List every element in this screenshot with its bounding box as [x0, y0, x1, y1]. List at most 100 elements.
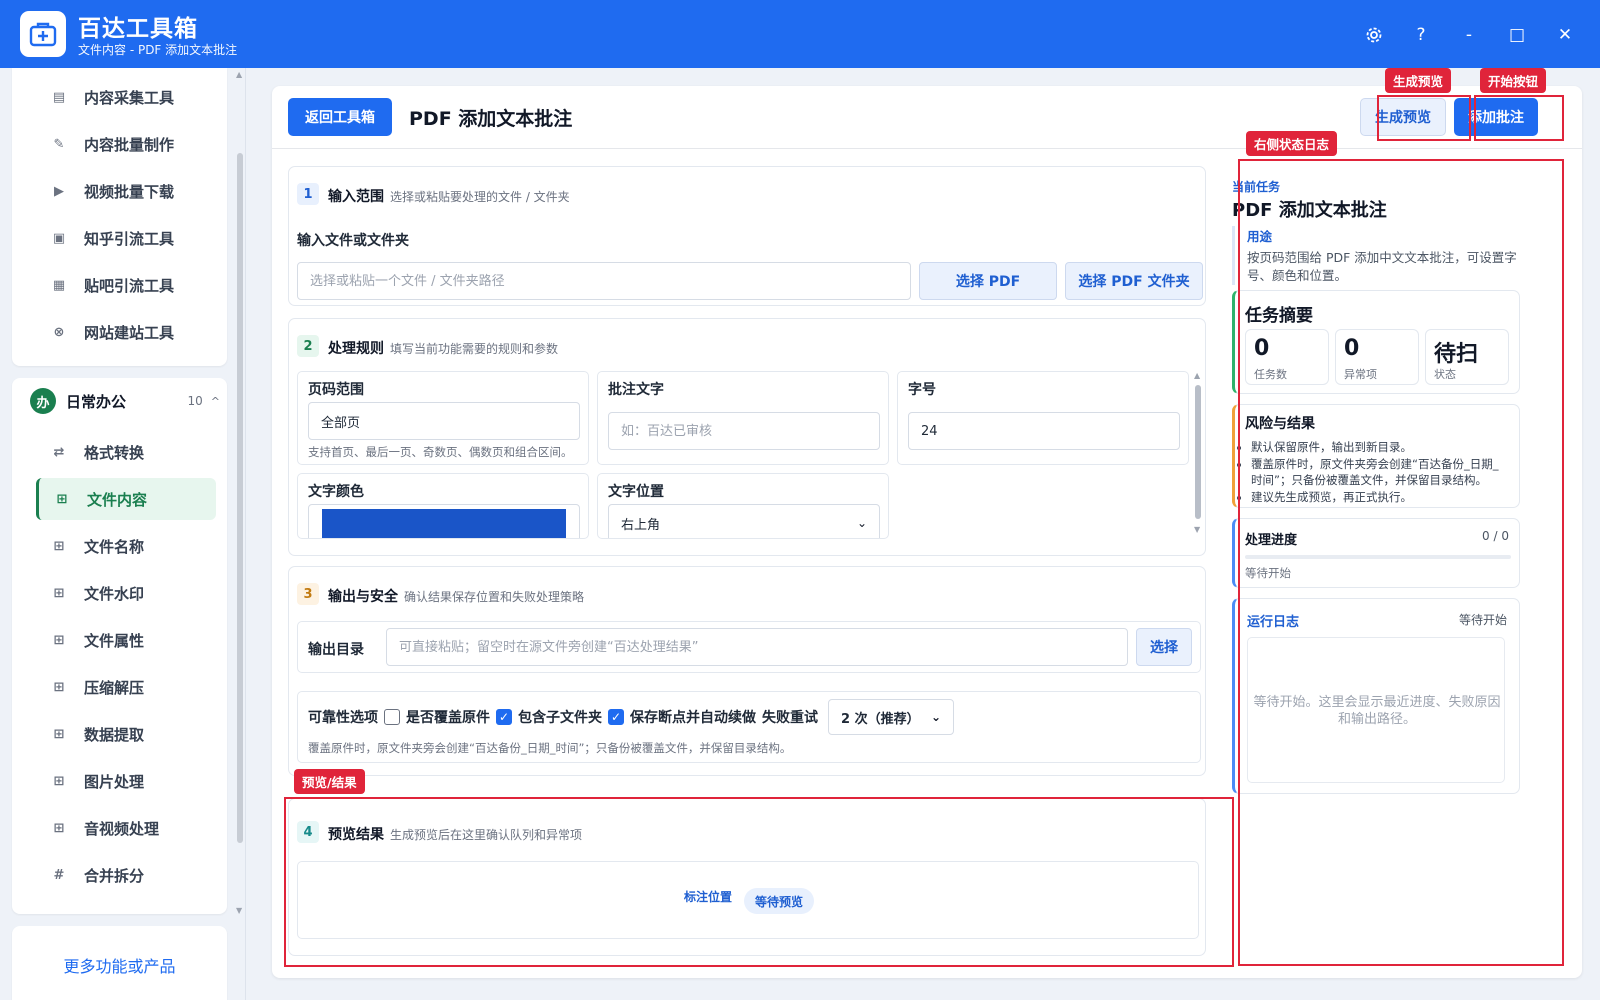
section-title: 预览结果 生成预览后在这里确认队列和异常项 — [328, 824, 582, 844]
stat-value: 待扫 — [1434, 342, 1479, 367]
sidebar-item-zhihu[interactable]: ▣ 知乎引流工具 — [36, 217, 216, 259]
stat-value: 0 — [1254, 336, 1270, 361]
maximize-button[interactable]: □ — [1504, 22, 1530, 48]
sidebar-item-label: 图片处理 — [84, 772, 145, 791]
stat-error-count: 0 异常项 — [1335, 329, 1419, 385]
sidebar-item-file-name[interactable]: ⊞ 文件名称 — [36, 525, 216, 567]
current-task-eyebrow: 当前任务 — [1232, 180, 1281, 194]
sidebar-item-label: 数据提取 — [84, 725, 145, 744]
document-icon: ▤ — [52, 89, 66, 105]
sidebar-item-label: 压缩解压 — [84, 678, 145, 697]
usage-heading: 用途 — [1247, 229, 1273, 244]
text-color-card: 文字颜色 — [297, 473, 589, 539]
stat-task-count: 0 任务数 — [1245, 329, 1329, 385]
gear-icon[interactable] — [1361, 22, 1387, 48]
sidebar-item-website[interactable]: ⊗ 网站建站工具 — [36, 311, 216, 353]
sidebar-item-label: 音视频处理 — [84, 819, 160, 838]
close-button[interactable]: ✕ — [1552, 22, 1578, 48]
log-status: 等待开始 — [1458, 613, 1507, 627]
select-pdf-button[interactable]: 选择 PDF — [919, 262, 1057, 300]
scroll-up-icon[interactable]: ▲ — [236, 70, 242, 79]
font-size-input[interactable] — [908, 412, 1180, 450]
grid-icon: ⊞ — [53, 632, 65, 648]
sidebar-scrollbar[interactable]: ▲ ▼ — [236, 68, 244, 1000]
app-subtitle: 文件内容 - PDF 添加文本批注 — [78, 43, 238, 57]
minimize-button[interactable]: - — [1456, 22, 1482, 48]
sidebar-item-video-download[interactable]: ▶ 视频批量下载 — [36, 170, 216, 212]
scroll-down-icon[interactable]: ▼ — [236, 906, 242, 915]
input-path-field[interactable] — [297, 262, 911, 300]
preview-column-label: 标注位置 — [684, 890, 733, 904]
log-title: 运行日志 — [1247, 615, 1300, 630]
sidebar-item-image[interactable]: ⊞ 图片处理 — [36, 760, 216, 802]
generate-preview-button[interactable]: 生成预览 — [1360, 98, 1446, 136]
sidebar-item-av[interactable]: ⊞ 音视频处理 — [36, 807, 216, 849]
progress-count: 0 / 0 — [1482, 529, 1509, 543]
grid-icon: ⊞ — [53, 679, 65, 695]
sidebar-footer: 更多功能或产品 — [12, 926, 227, 1000]
output-dir-select-button[interactable]: 选择 — [1136, 628, 1192, 666]
back-to-toolbox-button[interactable]: 返回工具箱 — [288, 98, 392, 136]
overwrite-checkbox[interactable] — [384, 709, 400, 725]
hash-icon: # — [53, 867, 65, 883]
sidebar-item-label: 文件名称 — [84, 537, 145, 556]
text-position-value: 右上角 — [621, 517, 661, 533]
section-desc: 填写当前功能需要的规则和参数 — [390, 342, 559, 356]
retry-select[interactable]: 2 次（推荐） ⌄ — [828, 699, 954, 735]
resume-checkbox[interactable]: ✓ — [608, 709, 624, 725]
select-pdf-folder-button[interactable]: 选择 PDF 文件夹 — [1065, 262, 1203, 300]
note-text-input[interactable] — [608, 412, 880, 450]
sidebar-item-compress[interactable]: ⊞ 压缩解压 — [36, 666, 216, 708]
section-desc: 选择或粘贴要处理的文件 / 文件夹 — [390, 190, 570, 204]
task-summary-card: 任务摘要 0 任务数 0 异常项 待扫 状态 — [1232, 290, 1520, 394]
sidebar-item-format-convert[interactable]: ⇄ 格式转换 — [36, 431, 216, 473]
progress-title: 处理进度 — [1245, 533, 1298, 548]
progress-card: 处理进度 0 / 0 等待开始 — [1232, 518, 1520, 588]
text-color-picker[interactable] — [308, 504, 580, 538]
annotation-tag-log: 右侧状态日志 — [1246, 131, 1338, 156]
progress-status: 等待开始 — [1245, 566, 1291, 580]
output-dir-input[interactable] — [386, 628, 1128, 666]
help-icon[interactable]: ? — [1408, 22, 1434, 48]
sidebar-item-content-batch[interactable]: ✎ 内容批量制作 — [36, 123, 216, 165]
page-range-input[interactable] — [308, 402, 580, 440]
page-range-label: 页码范围 — [308, 382, 364, 398]
log-output-area[interactable]: 等待开始。这里会显示最近进度、失败原因和输出路径。 — [1247, 637, 1505, 783]
summary-title: 任务摘要 — [1245, 306, 1313, 326]
section-output-safety: 3 输出与安全确认结果保存位置和失败处理策略 输出目录 选择 可靠性选项 是否覆… — [288, 566, 1206, 776]
scroll-up-icon[interactable]: ▲ — [1194, 371, 1200, 380]
text-position-select[interactable]: 右上角 ⌄ — [608, 504, 880, 538]
grid-icon: ⊞ — [53, 726, 65, 742]
chevron-down-icon: ⌄ — [856, 516, 867, 530]
section-title-text: 预览结果 — [328, 827, 384, 843]
scroll-down-icon[interactable]: ▼ — [1194, 525, 1200, 534]
stat-label: 任务数 — [1254, 368, 1287, 381]
sidebar-item-label: 文件内容 — [87, 490, 148, 509]
add-annotation-button[interactable]: 添加批注 — [1454, 98, 1538, 136]
subfolder-checkbox[interactable]: ✓ — [496, 709, 512, 725]
scrollbar-thumb[interactable] — [1195, 385, 1201, 519]
sidebar-item-file-content[interactable]: ⊞ 文件内容 — [36, 478, 216, 520]
sidebar: ▤ 内容采集工具 ✎ 内容批量制作 ▶ 视频批量下载 ▣ 知乎引流工具 ▦ 贴吧… — [0, 68, 246, 1000]
rules-scrollbar[interactable]: ▲ ▼ — [1194, 371, 1202, 537]
section-rules: 2 处理规则填写当前功能需要的规则和参数 页码范围 支持首页、最后一页、奇数页、… — [288, 318, 1206, 556]
sidebar-item-merge-split[interactable]: # 合并拆分 — [36, 854, 216, 896]
sidebar-group-office: 办 日常办公 10 ^ ⇄ 格式转换 ⊞ 文件内容 ⊞ 文件名称 ⊞ 文件水印 … — [12, 378, 227, 914]
section-title: 处理规则 填写当前功能需要的规则和参数 — [328, 338, 558, 358]
scrollbar-thumb[interactable] — [237, 153, 243, 843]
sidebar-item-file-watermark[interactable]: ⊞ 文件水印 — [36, 572, 216, 614]
section-number: 1 — [297, 183, 319, 205]
sidebar-group-header[interactable]: 办 日常办公 10 ^ — [30, 378, 220, 424]
note-text-label: 批注文字 — [608, 382, 664, 398]
sidebar-item-content-collect[interactable]: ▤ 内容采集工具 — [36, 76, 216, 118]
sidebar-item-data-extract[interactable]: ⊞ 数据提取 — [36, 713, 216, 755]
retry-value: 2 次（推荐） — [841, 711, 920, 727]
current-task-title: PDF 添加文本批注 — [1232, 200, 1387, 221]
more-products-button[interactable]: 更多功能或产品 — [16, 940, 223, 990]
sidebar-item-file-props[interactable]: ⊞ 文件属性 — [36, 619, 216, 661]
preview-result-area: 标注位置 等待预览 — [297, 861, 1199, 939]
sidebar-item-tieba[interactable]: ▦ 贴吧引流工具 — [36, 264, 216, 306]
tieba-icon: ▦ — [52, 277, 66, 293]
progress-bar — [1245, 555, 1511, 559]
reliability-label: 可靠性选项 — [308, 710, 378, 726]
